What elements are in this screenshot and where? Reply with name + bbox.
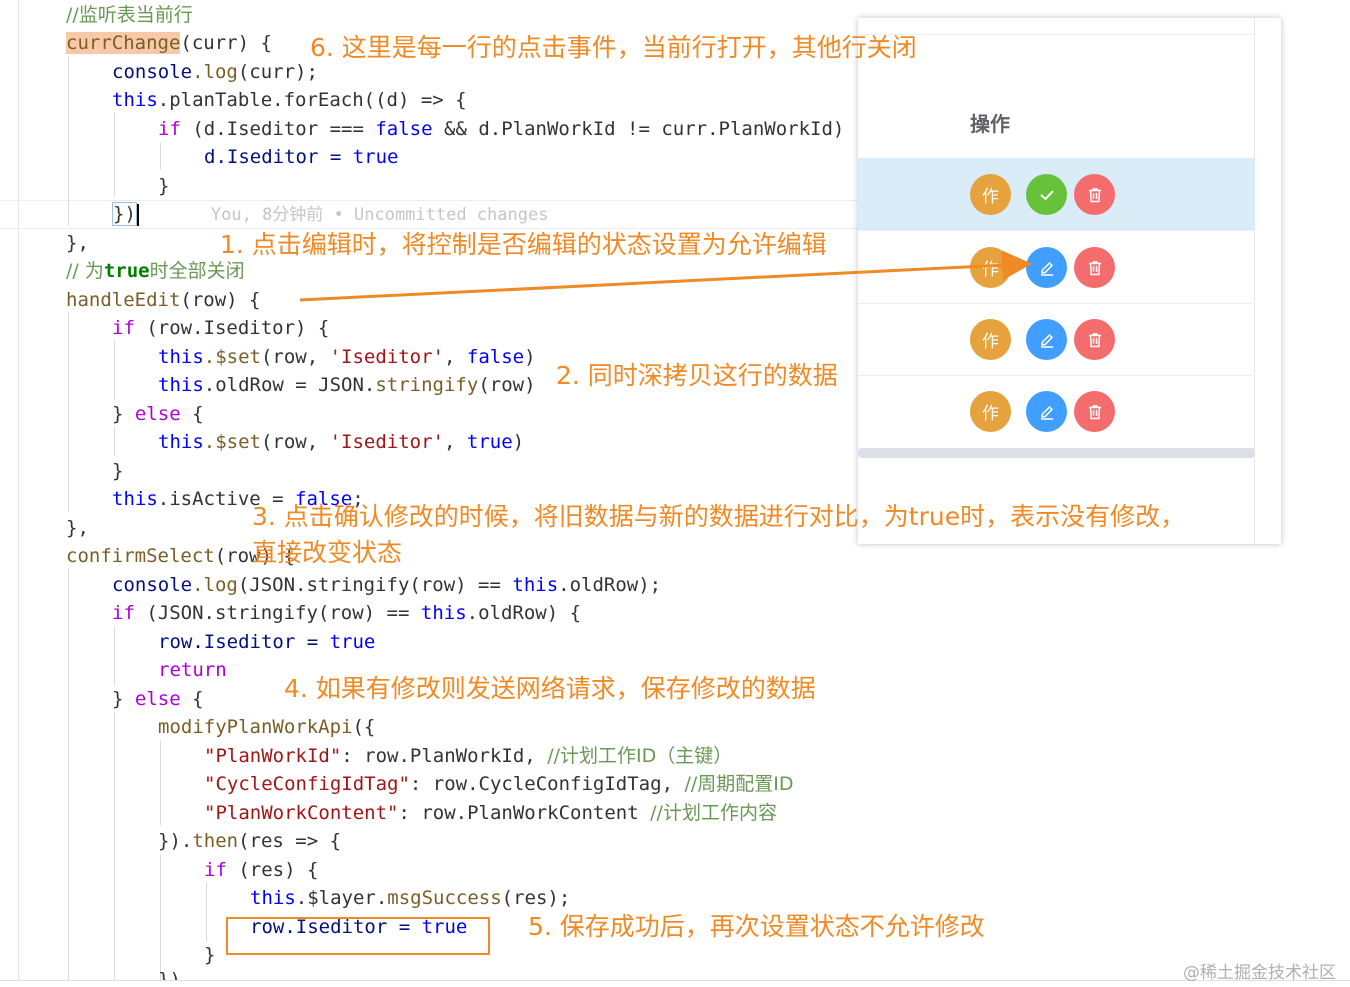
annotation-arrow [299, 250, 1032, 302]
watermark: @稀土掘金技术社区 [1183, 963, 1336, 983]
